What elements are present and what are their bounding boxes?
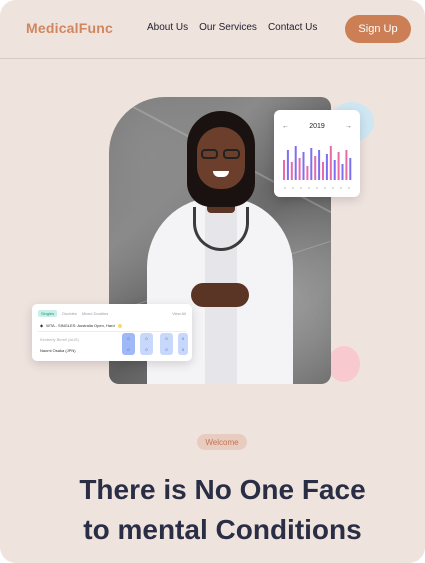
nav-item-about-us[interactable]: About Us <box>147 22 188 33</box>
tab-singles[interactable]: Singles <box>38 310 58 317</box>
nav-menu: About Us Our Services Contact Us <box>147 22 317 33</box>
axis-dot <box>292 187 294 189</box>
welcome-badge: Welcome <box>197 434 247 450</box>
score-cell: 00 <box>140 333 153 355</box>
axis-dot <box>300 187 302 189</box>
trophy-icon: ◆ <box>40 323 44 328</box>
mini-bar <box>329 146 332 180</box>
match-title: ◆ WTA - SINGLES: Australia Open, Hard <box>40 323 122 328</box>
mini-bar <box>314 156 317 180</box>
score-cell: 00 <box>178 333 188 355</box>
mini-bar <box>298 158 301 180</box>
headline-line-1: There is No One Face <box>79 474 366 505</box>
sign-up-button[interactable]: Sign Up <box>345 15 411 43</box>
glasses <box>201 149 241 159</box>
divider <box>38 331 186 332</box>
navbar: MedicalFunc About Us Our Services Contac… <box>0 0 425 58</box>
arrow-right-icon[interactable]: → <box>345 123 352 130</box>
mini-bar <box>322 162 324 180</box>
tab-doubles[interactable]: Doubles <box>62 311 77 316</box>
mini-bar <box>318 150 321 180</box>
match-title-text: WTA - SINGLES: Australia Open, Hard <box>46 323 115 328</box>
mini-bar <box>294 146 297 180</box>
schedule-tabs: Singles Doubles Mixed Doubles <box>38 310 108 317</box>
mini-bar <box>310 148 313 180</box>
tab-mixed-doubles[interactable]: Mixed Doubles <box>82 311 108 316</box>
mini-bar <box>286 150 289 180</box>
hands <box>191 283 249 307</box>
player-name: Kimberly Birrell (AUS) <box>40 337 79 342</box>
mini-bar <box>283 160 285 180</box>
mini-bar <box>290 162 293 180</box>
view-all-link[interactable]: View All <box>172 311 186 316</box>
axis-dot <box>308 187 310 189</box>
player-name: Naomi Osaka (JPN) <box>40 348 76 353</box>
hero-headline: There is No One Face to mental Condition… <box>0 470 425 550</box>
mini-bar-chart <box>283 146 352 189</box>
axis-dot <box>284 187 286 189</box>
axis-dot <box>332 187 334 189</box>
mini-bar <box>306 166 309 180</box>
nav-item-contact-us[interactable]: Contact Us <box>268 22 317 33</box>
schedule-card: Singles Doubles Mixed Doubles View All ◆… <box>32 304 192 361</box>
axis-dot <box>324 187 326 189</box>
score-cell: 00 <box>160 333 173 355</box>
chart-card: ← 2019 → <box>274 110 360 197</box>
axis-dot <box>348 187 350 189</box>
mini-bar <box>325 154 328 180</box>
mini-bar <box>345 150 348 180</box>
mini-bar <box>333 160 336 180</box>
mini-bar <box>337 152 340 180</box>
mini-bar <box>341 164 344 180</box>
mini-bar <box>302 152 305 180</box>
page-frame: MedicalFunc About Us Our Services Contac… <box>0 0 425 563</box>
nav-item-our-services[interactable]: Our Services <box>199 22 257 33</box>
brand-logo[interactable]: MedicalFunc <box>26 20 113 36</box>
axis-dot <box>316 187 318 189</box>
score-cell: 00 <box>122 333 135 355</box>
nav-divider <box>0 58 425 59</box>
decorative-blob-pink <box>328 346 360 382</box>
live-dot-icon <box>117 323 122 328</box>
mini-bar <box>349 158 352 180</box>
headline-line-2: to mental Conditions <box>83 514 362 545</box>
axis-dot <box>340 187 342 189</box>
